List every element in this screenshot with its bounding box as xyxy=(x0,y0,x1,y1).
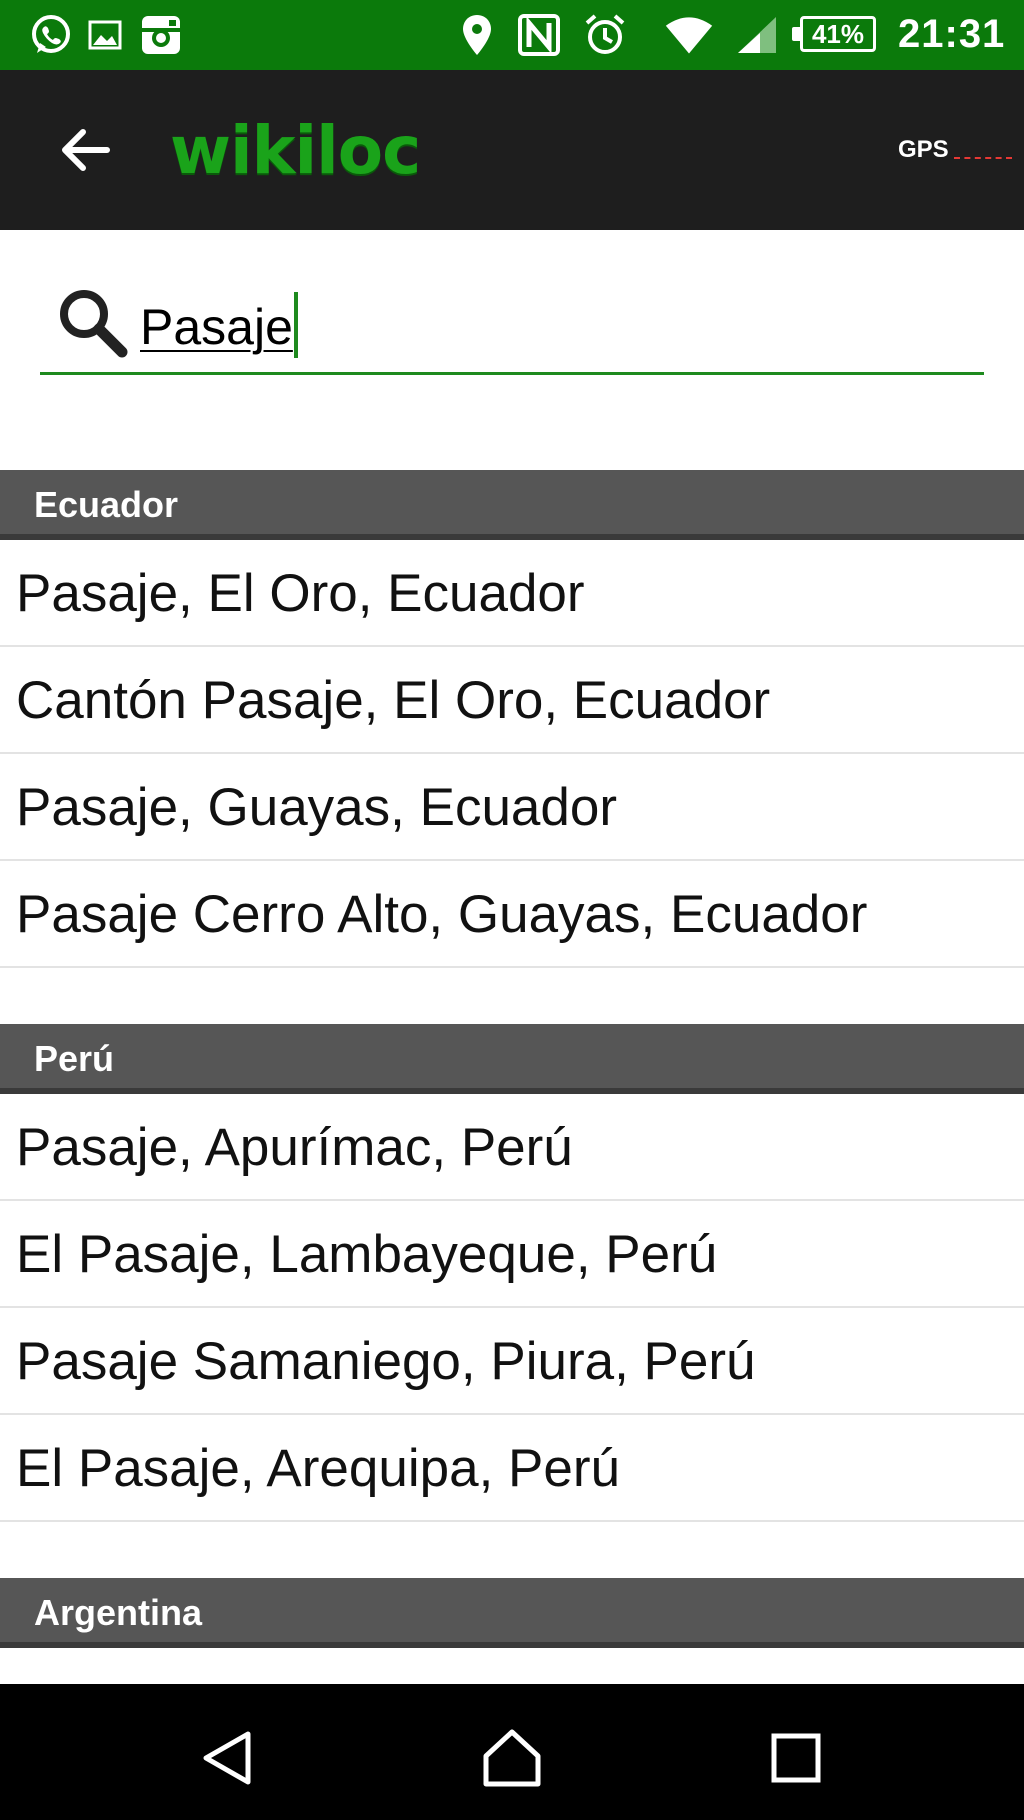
back-nav-icon xyxy=(203,1731,251,1785)
search-value: Pasaje xyxy=(140,299,293,355)
home-nav-icon xyxy=(483,1729,541,1787)
list-item[interactable]: Pasaje, Guayas, Ecuador xyxy=(0,754,1024,861)
nav-recents-button[interactable] xyxy=(756,1718,836,1798)
list-item[interactable]: Cantón Pasaje, El Oro, Ecuador xyxy=(0,647,1024,754)
recents-nav-icon xyxy=(771,1733,821,1783)
section-header-argentina: Argentina xyxy=(0,1578,1024,1648)
gps-label: GPS xyxy=(898,136,949,163)
logo-text: wikiloc xyxy=(170,111,421,189)
arrow-left-icon xyxy=(62,129,110,171)
signal-icon xyxy=(732,10,782,60)
battery-tip xyxy=(792,27,800,41)
clock: 21:31 xyxy=(898,12,1006,56)
list-item[interactable]: Pasaje, Apurímac, Perú xyxy=(0,1094,1024,1201)
wikiloc-logo: wikiloc xyxy=(170,110,421,190)
list-item[interactable]: El Pasaje, Lambayeque, Perú xyxy=(0,1201,1024,1308)
list-item[interactable]: Pasaje Samaniego, Piura, Perú xyxy=(0,1308,1024,1415)
list-item[interactable]: Pasaje Cerro Alto, Guayas, Ecuador xyxy=(0,861,1024,968)
nav-home-button[interactable] xyxy=(472,1718,552,1798)
back-button[interactable] xyxy=(50,115,120,185)
text-caret xyxy=(293,292,298,358)
location-icon xyxy=(452,10,502,60)
navigation-bar xyxy=(0,1684,1024,1820)
alarm-icon xyxy=(580,10,630,60)
whatsapp-icon xyxy=(26,10,76,60)
search-icon xyxy=(60,290,128,358)
wifi-icon xyxy=(664,10,714,60)
section-header-peru: Perú xyxy=(0,1024,1024,1094)
nav-back-button[interactable] xyxy=(188,1718,268,1798)
battery-indicator: 41% xyxy=(800,16,876,52)
status-bar: 41% 21:31 xyxy=(0,0,1024,70)
gps-signal-indicator xyxy=(954,157,1012,159)
gallery-icon xyxy=(80,10,130,60)
section-header-ecuador: Ecuador xyxy=(0,470,1024,540)
search-bar[interactable]: Pasaje xyxy=(40,272,984,375)
instagram-icon xyxy=(136,10,186,60)
nfc-icon xyxy=(514,10,564,60)
results-list: Ecuador Pasaje, El Oro, Ecuador Cantón P… xyxy=(0,470,1024,1648)
list-item[interactable]: Pasaje, El Oro, Ecuador xyxy=(0,540,1024,647)
app-bar: wikiloc GPS xyxy=(0,70,1024,230)
search-input[interactable]: Pasaje xyxy=(140,292,298,358)
list-item[interactable]: El Pasaje, Arequipa, Perú xyxy=(0,1415,1024,1522)
